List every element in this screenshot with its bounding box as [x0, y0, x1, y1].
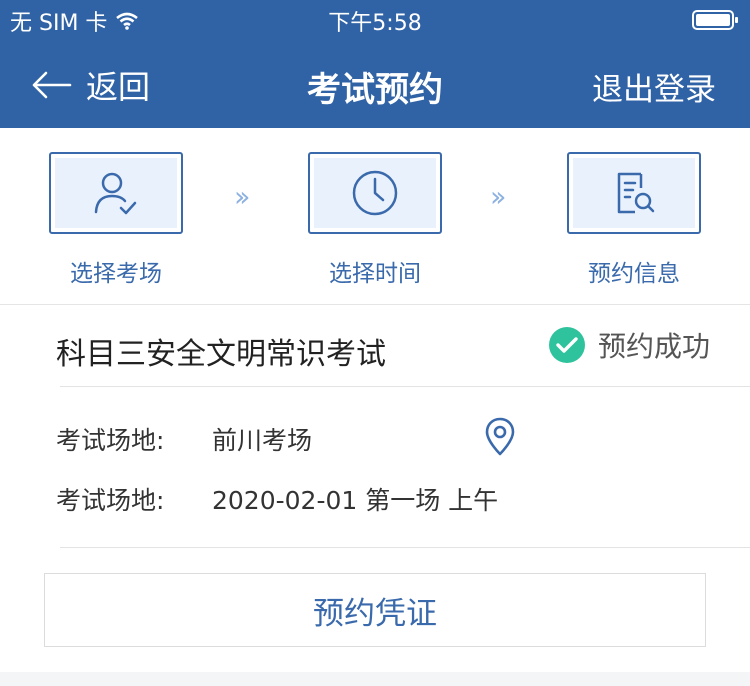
step-booking-info[interactable]: 预约信息 — [567, 152, 701, 288]
step-icon-box — [567, 152, 701, 234]
nav-bar: 返回 考试预约 退出登录 — [0, 40, 750, 128]
step-label: 选择时间 — [329, 261, 421, 287]
booking-steps: 选择考场 ›› 选择时间 ›› 预约信息 — [0, 128, 750, 305]
logout-button[interactable]: 退出登录 — [592, 64, 716, 109]
step-select-time[interactable]: 选择时间 — [308, 152, 442, 288]
divider — [60, 547, 750, 548]
step-arrow-icon: ›› — [490, 180, 507, 213]
venue-row: 考试场地: 前川考场 — [56, 421, 312, 457]
clock-icon — [352, 170, 398, 216]
step-icon-box — [308, 152, 442, 234]
step-label: 选择考场 — [70, 261, 162, 287]
divider — [60, 386, 750, 387]
booking-card: 科目三安全文明常识考试 预约成功 考试场地: 前川考场 考试场地: 2020-02-… — [0, 305, 750, 672]
time-value: 2020-02-01 第一场 上午 — [212, 486, 499, 515]
app-header: 无 SIM 卡 下午5:58 返回 考试预约 退出登录 — [0, 0, 750, 128]
venue-label: 考试场地: — [56, 426, 165, 455]
document-search-icon — [617, 172, 655, 214]
check-circle-icon — [548, 327, 585, 363]
step-label: 预约信息 — [588, 261, 680, 287]
step-select-venue[interactable]: 选择考场 — [49, 152, 183, 288]
clock: 下午5:58 — [328, 11, 422, 36]
time-label: 考试场地: — [56, 486, 165, 515]
booking-certificate-button[interactable]: 预约凭证 — [44, 573, 706, 647]
status-text: 预约成功 — [597, 330, 710, 363]
venue-value: 前川考场 — [212, 426, 313, 455]
step-arrow-icon: ›› — [234, 180, 251, 213]
user-check-icon — [94, 172, 137, 215]
status-bar: 无 SIM 卡 下午5:58 — [0, 0, 750, 40]
time-row: 考试场地: 2020-02-01 第一场 上午 — [56, 481, 498, 517]
status-badge: 预约成功 — [548, 325, 710, 365]
step-icon-box — [49, 152, 183, 234]
exam-title: 科目三安全文明常识考试 — [56, 337, 386, 372]
location-pin-icon[interactable] — [484, 417, 516, 457]
battery-icon — [692, 10, 738, 30]
